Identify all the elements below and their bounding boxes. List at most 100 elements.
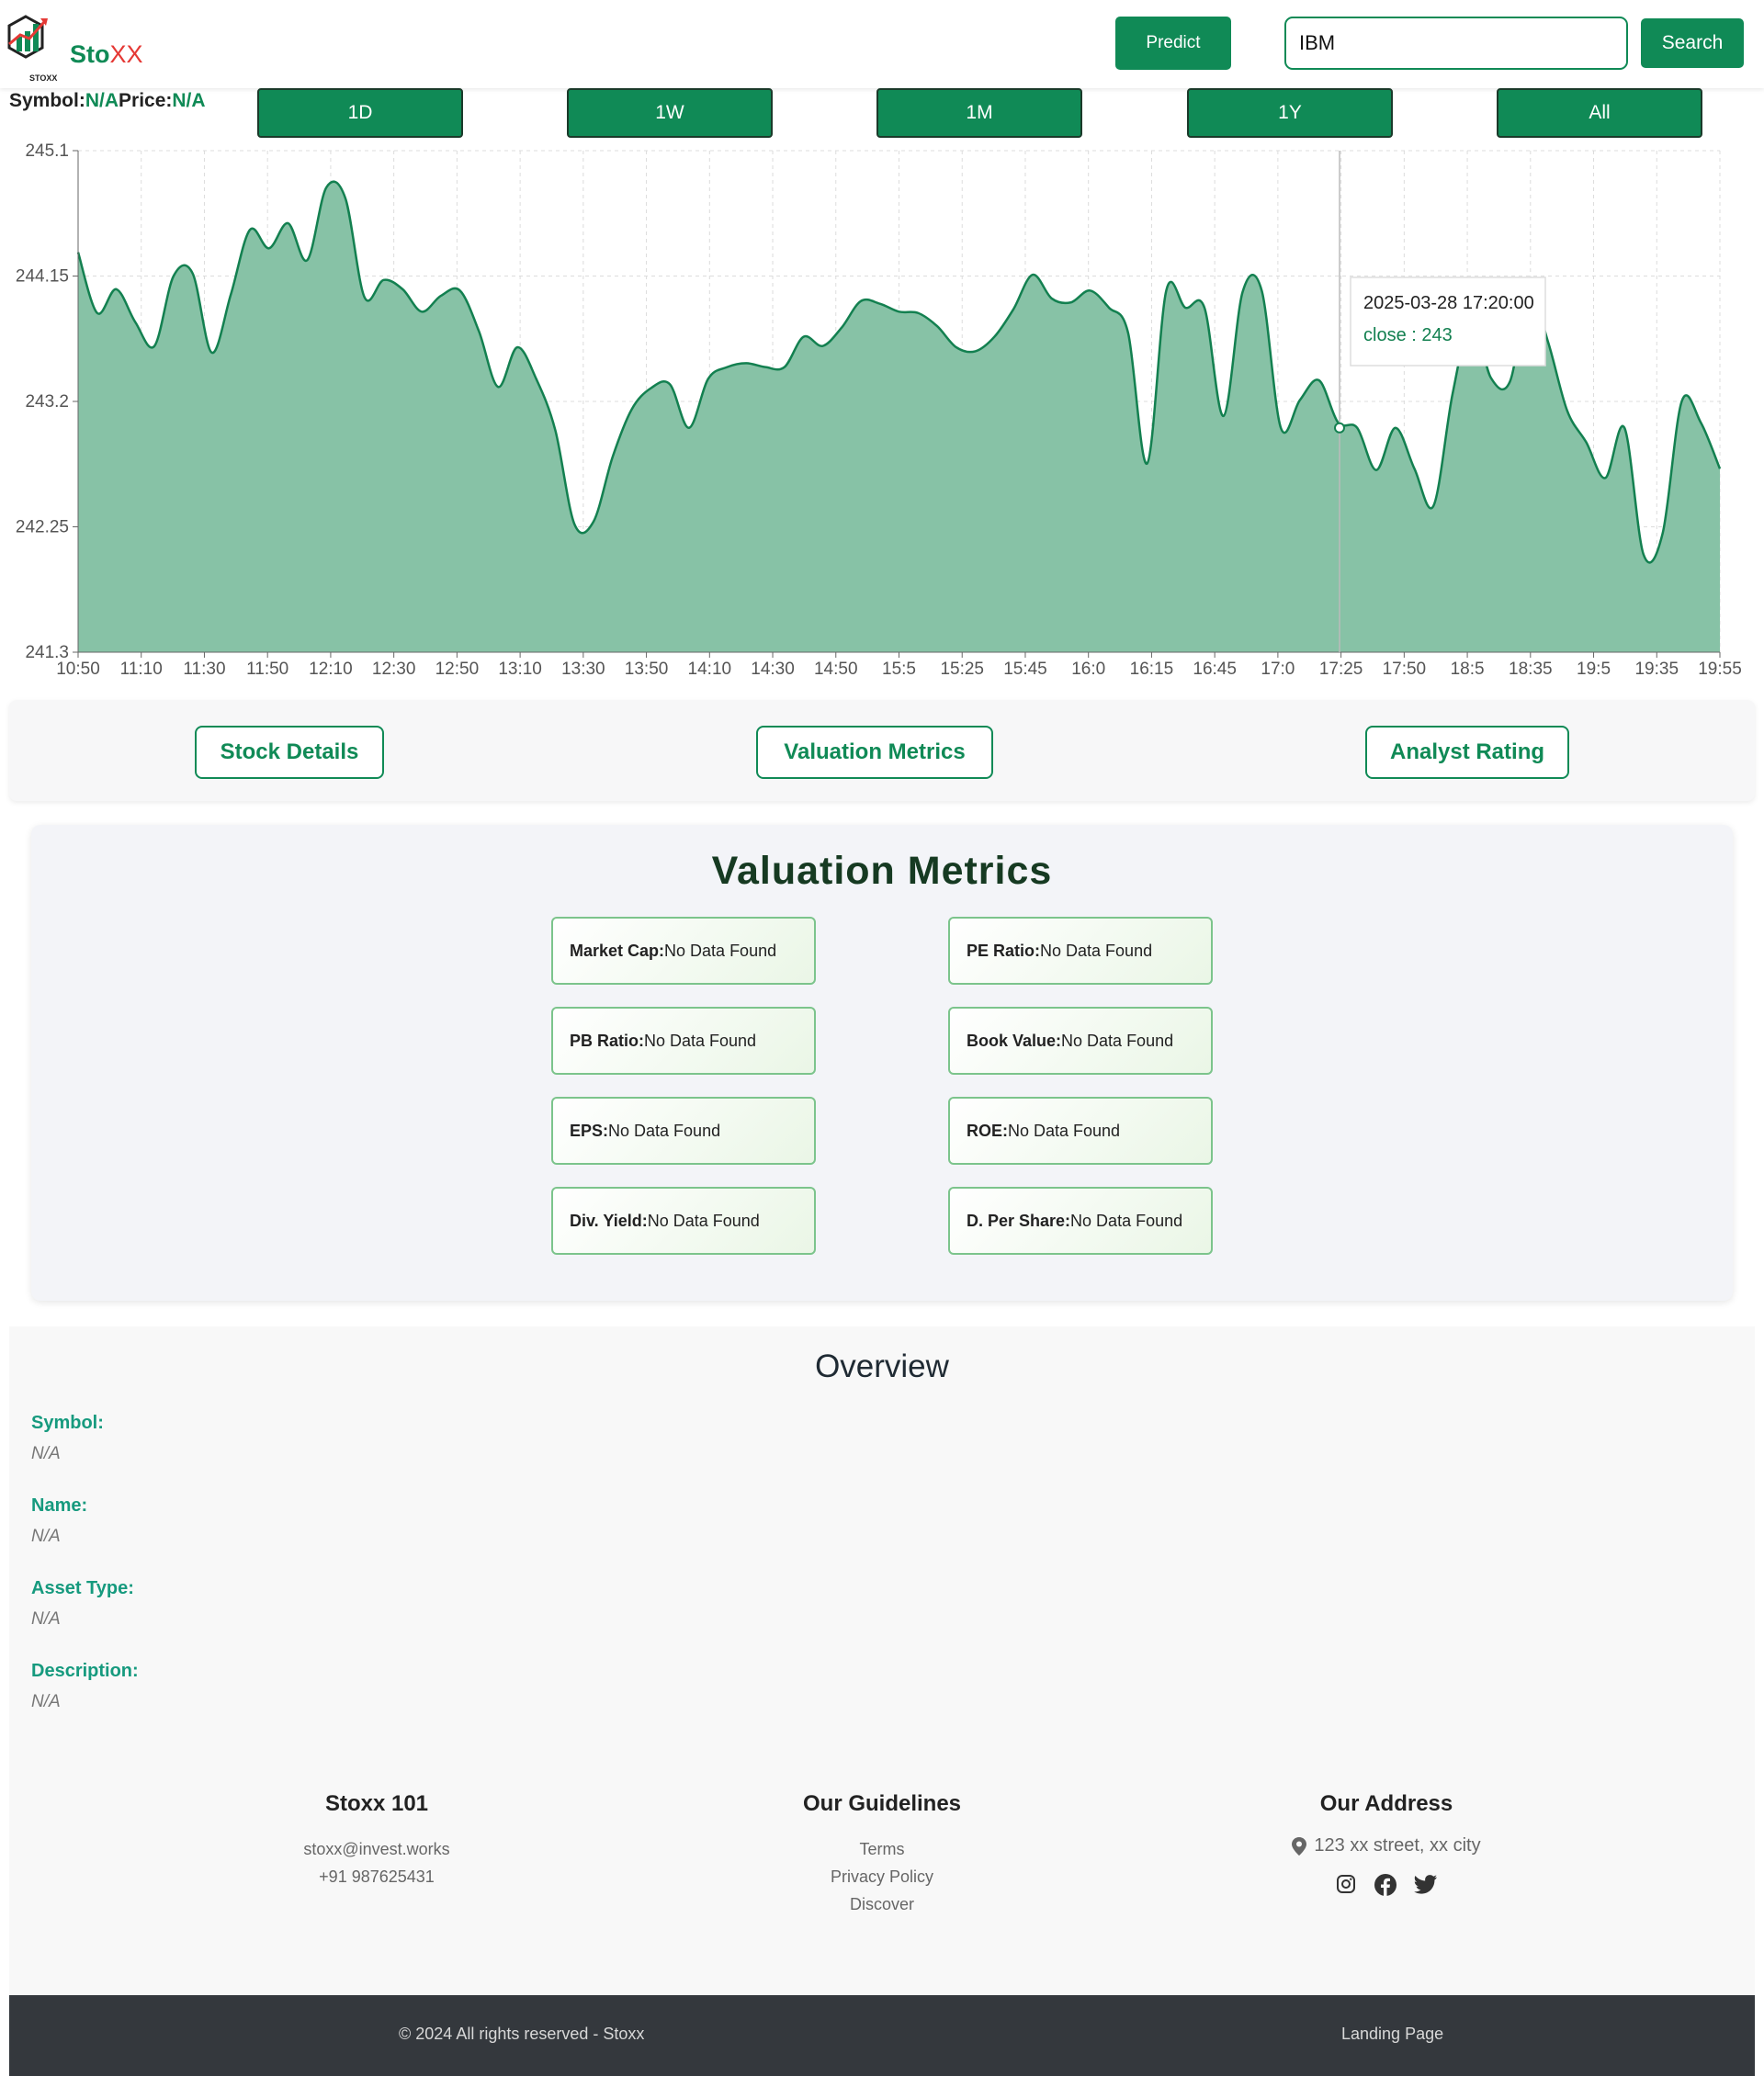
x-tick-label: 12:10 [309, 660, 353, 679]
price-area [78, 181, 1720, 652]
social-links [1203, 1873, 1570, 1897]
map-pin-icon [1292, 1836, 1307, 1856]
x-tick-label: 19:5 [1577, 660, 1611, 679]
tooltip-date: 2025-03-28 17:20:00 [1363, 293, 1534, 313]
copyright-text: © 2024 All rights reserved - Stoxx [399, 2025, 645, 2043]
y-tick-label: 243.2 [25, 392, 69, 412]
landing-page-link[interactable]: Landing Page [1341, 2025, 1443, 2044]
footer-phone[interactable]: +91 987625431 [193, 1863, 560, 1890]
overview-title: Overview [815, 1348, 949, 1384]
range-button-1m[interactable]: 1M [876, 88, 1082, 138]
overview-symbol-label: Symbol: [31, 1413, 104, 1433]
hover-point [1334, 422, 1345, 434]
x-tick-label: 10:50 [56, 660, 100, 679]
logo-text: StoXX [70, 40, 143, 68]
symbol-label: Symbol: [9, 90, 85, 111]
tab-analyst-rating[interactable]: Analyst Rating [1365, 726, 1569, 779]
footer-contact-title: Stoxx 101 [324, 1791, 429, 1816]
search-input[interactable] [1284, 17, 1628, 70]
tooltip-box [1350, 276, 1546, 367]
x-tick-label: 16:45 [1193, 660, 1237, 679]
tab-valuation-metrics[interactable]: Valuation Metrics [756, 726, 993, 779]
metric-pe-ratio: PE Ratio: No Data Found [948, 917, 1213, 985]
search-button[interactable]: Search [1641, 18, 1744, 68]
quote-summary: Symbol:N/APrice:N/A [9, 90, 206, 112]
x-tick-label: 18:5 [1451, 660, 1485, 679]
footer-link-privacy[interactable]: Privacy Policy [698, 1863, 1066, 1890]
range-button-1w[interactable]: 1W [567, 88, 773, 138]
logo-subtext: STOXX [29, 73, 58, 83]
overview-name-value: N/A [31, 1527, 61, 1546]
x-tick-label: 17:25 [1319, 660, 1363, 679]
metric-dividend-per-share: D. Per Share: No Data Found [948, 1187, 1213, 1255]
y-tick-label: 244.15 [16, 267, 69, 287]
x-tick-label: 14:30 [751, 660, 795, 679]
overview-section: Overview Symbol: N/A Name: N/A Asset Typ… [9, 1326, 1755, 1745]
x-tick-label: 14:50 [814, 660, 858, 679]
metric-eps: EPS: No Data Found [551, 1097, 816, 1165]
range-button-1y[interactable]: 1Y [1187, 88, 1393, 138]
detail-tabs: Stock Details Valuation Metrics Analyst … [9, 700, 1755, 801]
x-tick-label: 18:35 [1509, 660, 1553, 679]
y-tick-label: 242.25 [16, 518, 69, 537]
metric-book-value: Book Value: No Data Found [948, 1007, 1213, 1075]
x-tick-label: 15:5 [882, 660, 916, 679]
x-tick-label: 15:25 [940, 660, 984, 679]
footer-address: 123 xx street, xx city [1203, 1835, 1570, 1856]
stoxx-logo[interactable]: StoXX STOXX [7, 13, 143, 83]
footer: Stoxx 101 stoxx@invest.works +91 9876254… [9, 1745, 1755, 1995]
copyright-bar: © 2024 All rights reserved - Stoxx Landi… [9, 1995, 1755, 2076]
footer-email[interactable]: stoxx@invest.works [193, 1835, 560, 1863]
x-tick-label: 16:0 [1071, 660, 1105, 679]
x-tick-label: 12:50 [435, 660, 480, 679]
footer-guidelines-title: Our Guidelines [802, 1791, 962, 1816]
range-button-all[interactable]: All [1497, 88, 1702, 138]
instagram-icon[interactable] [1335, 1873, 1357, 1895]
x-tick-label: 13:10 [498, 660, 542, 679]
twitter-icon[interactable] [1414, 1873, 1438, 1895]
x-tick-label: 17:0 [1261, 660, 1295, 679]
y-tick-label: 245.1 [25, 141, 69, 161]
tooltip-value: close : 243 [1363, 325, 1453, 345]
chart-logo-icon [7, 15, 48, 59]
predict-button[interactable]: Predict [1115, 17, 1231, 70]
price-label: Price: [119, 90, 173, 111]
range-button-1d[interactable]: 1D [257, 88, 463, 138]
metric-pb-ratio: PB Ratio: No Data Found [551, 1007, 816, 1075]
footer-col-guidelines: Our Guidelines Terms Privacy Policy Disc… [698, 1791, 1066, 1918]
valuation-metrics-card: Valuation Metrics Market Cap: No Data Fou… [31, 825, 1733, 1301]
x-tick-label: 16:15 [1130, 660, 1174, 679]
x-tick-label: 13:50 [625, 660, 669, 679]
x-tick-label: 19:55 [1698, 660, 1742, 679]
overview-symbol-value: N/A [31, 1444, 61, 1463]
footer-link-discover[interactable]: Discover [698, 1890, 1066, 1918]
facebook-icon[interactable] [1374, 1873, 1397, 1897]
price-value: N/A [172, 90, 206, 111]
overview-description-label: Description: [31, 1661, 139, 1681]
x-tick-label: 15:45 [1003, 660, 1047, 679]
symbol-value: N/A [85, 90, 119, 111]
x-tick-label: 11:50 [246, 660, 288, 679]
overview-asset-type-label: Asset Type: [31, 1578, 134, 1598]
metric-div-yield: Div. Yield: No Data Found [551, 1187, 816, 1255]
x-tick-label: 17:50 [1383, 660, 1427, 679]
x-tick-label: 11:30 [183, 660, 225, 679]
footer-col-contact: Stoxx 101 stoxx@invest.works +91 9876254… [193, 1791, 560, 1890]
price-area-chart[interactable]: 245.1244.15243.2242.25241.310:50 11:10 11:… [0, 138, 1764, 689]
top-header: StoXX STOXX Predict Search [0, 0, 1764, 88]
overview-asset-type-value: N/A [31, 1609, 61, 1629]
metric-roe: ROE: No Data Found [948, 1097, 1213, 1165]
x-tick-label: 13:30 [561, 660, 605, 679]
tab-stock-details[interactable]: Stock Details [195, 726, 384, 779]
valuation-title: Valuation Metrics [711, 849, 1053, 893]
footer-link-terms[interactable]: Terms [698, 1835, 1066, 1863]
footer-address-text: 123 xx street, xx city [1314, 1835, 1481, 1856]
x-tick-label: 12:30 [372, 660, 416, 679]
x-tick-label: 14:10 [688, 660, 732, 679]
x-tick-label: 11:10 [120, 660, 163, 679]
footer-col-address: Our Address 123 xx street, xx city [1203, 1791, 1570, 1897]
overview-description-value: N/A [31, 1692, 61, 1711]
footer-address-title: Our Address [1319, 1791, 1453, 1816]
metric-market-cap: Market Cap: No Data Found [551, 917, 816, 985]
overview-name-label: Name: [31, 1495, 88, 1516]
